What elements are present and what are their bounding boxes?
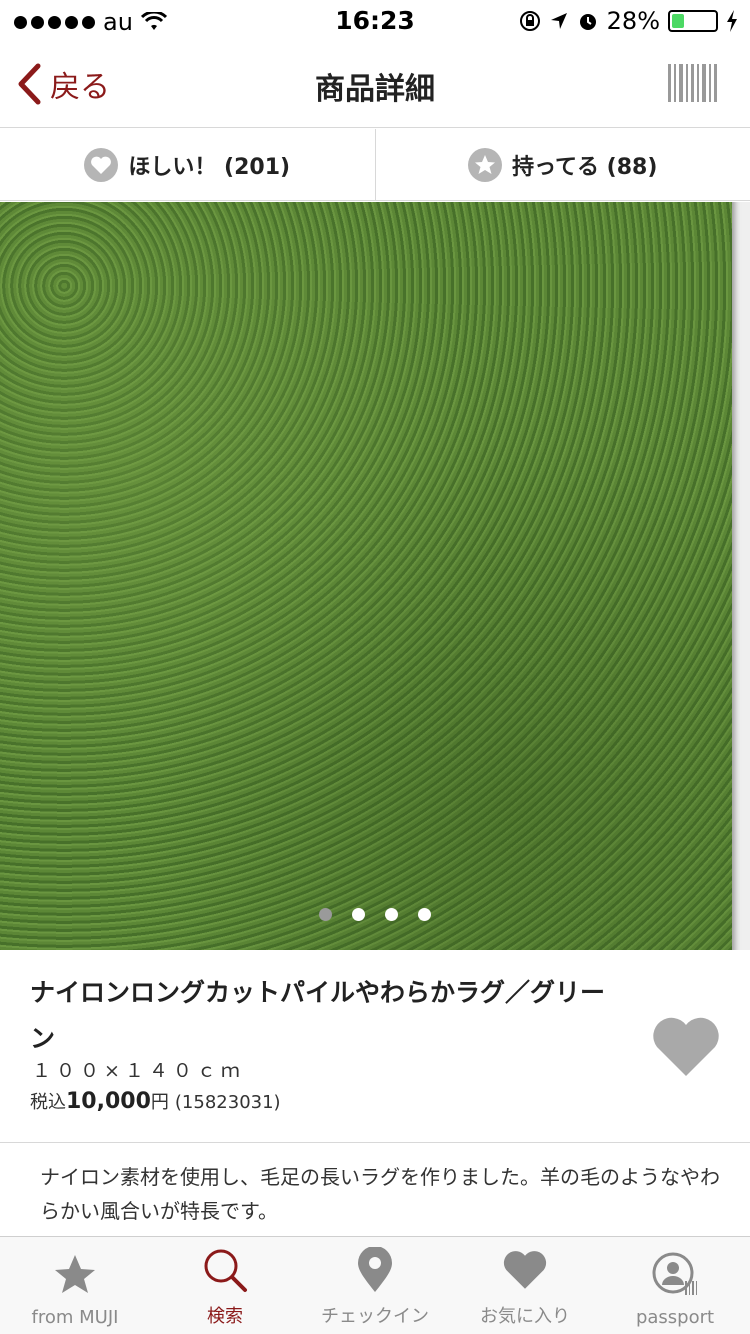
search-icon (201, 1246, 249, 1294)
page-dot[interactable] (418, 908, 431, 921)
heart-icon (501, 1246, 549, 1294)
nav-bar: 戻る 商品詳細 (0, 40, 750, 128)
tab-label: passport (635, 1307, 715, 1328)
star-icon (468, 147, 503, 182)
status-right: 28% (519, 7, 738, 35)
battery-fill (672, 14, 684, 28)
product-name: ナイロンロングカットパイルやわらかラグ／グリーン (30, 978, 606, 1053)
tab-search[interactable]: 検索 (150, 1237, 300, 1334)
tab-label: チェックイン (321, 1306, 429, 1327)
location-arrow-icon (550, 13, 567, 29)
tab-from-muji[interactable]: from MUJI (0, 1237, 150, 1334)
tab-bar: from MUJI 検索 チェックイン お気に入り passport (0, 1236, 750, 1334)
tab-label: 検索 (207, 1306, 243, 1327)
tab-checkin[interactable]: チェックイン (300, 1237, 450, 1334)
have-button[interactable]: 持ってる (88) (374, 129, 750, 200)
product-photo (0, 202, 732, 950)
product-description: ナイロン素材を使用し、毛足の長いラグを作りました。羊の毛のようなやわらかい風合い… (40, 1165, 720, 1223)
battery-icon (668, 10, 718, 32)
tab-label: from MUJI (31, 1307, 119, 1328)
heart-icon (84, 147, 119, 182)
page-dot[interactable] (385, 908, 398, 921)
battery-percent: 28% (606, 7, 660, 35)
rotation-lock-icon (519, 11, 540, 31)
location-pin-icon (351, 1246, 399, 1294)
page-dot[interactable] (319, 908, 332, 921)
charging-bolt-icon (727, 10, 737, 32)
price-value: 10,000 (66, 1089, 151, 1114)
passport-icon (651, 1251, 699, 1299)
product-code: (15823031) (174, 1092, 281, 1113)
currency-label: 円 (150, 1092, 169, 1113)
tax-label: 税込 (30, 1092, 66, 1113)
page-dot[interactable] (352, 908, 365, 921)
want-label: ほしい！ (201) (128, 154, 291, 180)
want-have-bar: ほしい！ (201) 持ってる (88) (0, 129, 750, 201)
barcode-icon[interactable] (668, 64, 720, 102)
tab-passport[interactable]: passport (600, 1237, 750, 1334)
page-title: 商品詳細 (315, 72, 435, 107)
star-icon (51, 1251, 99, 1299)
have-label: 持ってる (88) (512, 154, 658, 180)
tab-favorites[interactable]: お気に入り (450, 1237, 600, 1334)
page-indicator (0, 908, 750, 921)
tab-label: お気に入り (480, 1306, 570, 1327)
alarm-icon (579, 14, 596, 30)
product-image-carousel[interactable] (0, 202, 750, 950)
status-bar: au 16:23 28% (0, 0, 750, 40)
price-line: 税込 10,000 円 (15823031) (30, 1088, 281, 1114)
product-size: １００×１４０ｃｍ (32, 1060, 245, 1082)
product-info: ナイロンロングカットパイルやわらかラグ／グリーン １００×１４０ｃｍ 税込 10… (0, 950, 750, 1143)
want-button[interactable]: ほしい！ (201) (0, 129, 375, 200)
favorite-heart-icon[interactable] (652, 1016, 720, 1078)
